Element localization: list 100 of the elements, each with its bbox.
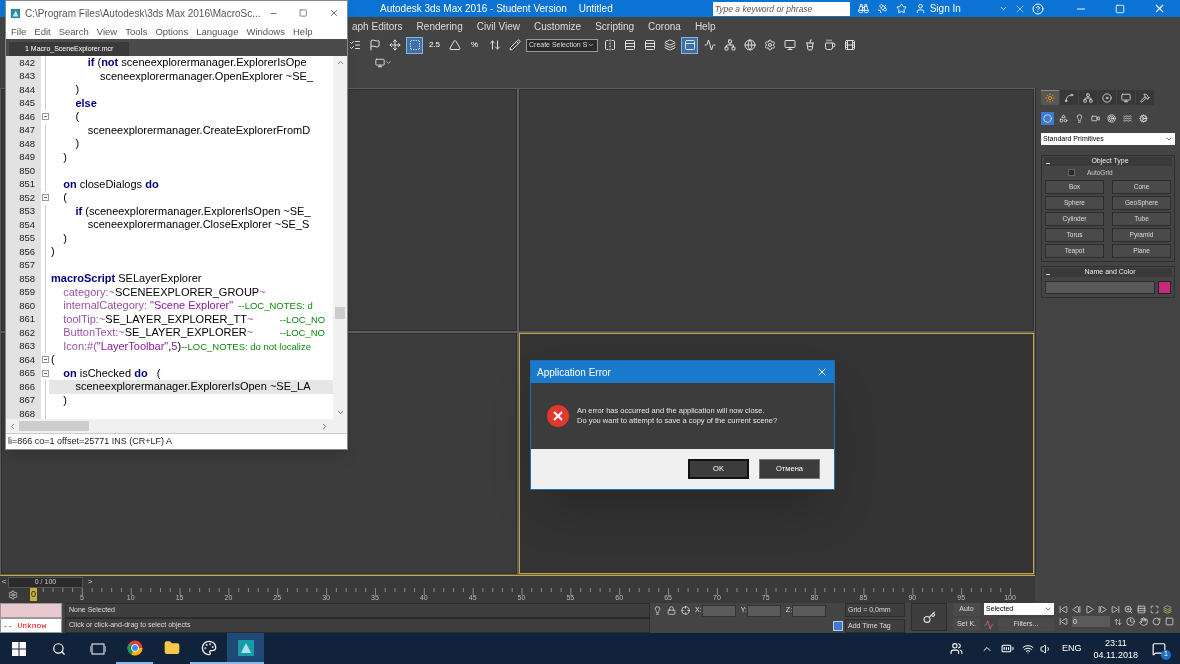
pan-icon[interactable] [1139, 617, 1148, 626]
next-frame-button[interactable]: > [86, 576, 94, 588]
coordinate-field[interactable] [792, 604, 827, 617]
orbit-icon[interactable] [1152, 617, 1161, 626]
scroll-left-icon[interactable] [8, 421, 17, 431]
menu-item[interactable]: Search [58, 24, 89, 40]
zoom-icon[interactable] [1124, 605, 1133, 614]
scroll-thumb[interactable] [335, 307, 345, 319]
menu-item[interactable]: Corona [648, 18, 681, 34]
sign-in-link[interactable]: Sign In [929, 1, 961, 16]
set-key-button[interactable] [911, 603, 947, 631]
toolbar-button[interactable] [406, 36, 423, 54]
scroll-down-icon[interactable] [335, 408, 345, 417]
category-button[interactable] [1057, 112, 1070, 125]
menu-item[interactable]: File [11, 24, 27, 40]
panel-tab[interactable] [1117, 90, 1135, 105]
wifi-icon[interactable] [1022, 642, 1035, 655]
search-field[interactable]: Type a keyword or phrase [712, 1, 850, 16]
fold-icon[interactable] [41, 194, 49, 202]
panel-tab[interactable] [1041, 90, 1059, 105]
start-icon[interactable] [12, 641, 26, 656]
menu-item[interactable]: aph Editors [352, 18, 403, 34]
menu-item[interactable]: Options [155, 24, 189, 40]
close-icon[interactable] [1153, 2, 1166, 15]
category-button[interactable] [1121, 112, 1134, 125]
previous-frame-button[interactable]: < [0, 576, 8, 588]
fold-icon[interactable] [41, 356, 49, 364]
scrollbar[interactable] [333, 56, 347, 419]
next-frame-icon[interactable] [1098, 605, 1107, 614]
toolbar-button[interactable] [506, 36, 523, 54]
horizontal-scrollbar[interactable] [6, 419, 347, 433]
language-indicator[interactable]: ENG [1062, 641, 1082, 656]
previous-frame-icon[interactable] [1072, 605, 1081, 614]
name-field[interactable] [1045, 280, 1155, 294]
listener-output[interactable]: -- Unknow [0, 618, 62, 633]
toolbar-button[interactable] [681, 36, 698, 54]
go-to-end-icon[interactable] [1111, 605, 1120, 614]
taskbar-app[interactable] [227, 633, 264, 664]
key-mode-icon[interactable] [1059, 617, 1068, 626]
menu-item[interactable]: Help [293, 24, 313, 40]
satellite-icon[interactable] [876, 3, 888, 14]
restore-icon[interactable] [1115, 3, 1125, 14]
go-to-start-icon[interactable] [1059, 605, 1068, 614]
menu-item[interactable]: View [96, 24, 118, 40]
coordinate-field[interactable] [701, 604, 736, 617]
caret-icon[interactable] [998, 4, 1008, 13]
menu-item[interactable]: Rendering [416, 18, 463, 34]
notifications-icon[interactable] [1152, 641, 1166, 656]
star-icon[interactable] [895, 3, 907, 14]
panel-tab[interactable] [1079, 90, 1097, 105]
maximize-icon[interactable] [299, 8, 308, 18]
time-config-icon[interactable] [1126, 617, 1135, 626]
people-icon[interactable] [950, 642, 964, 655]
scroll-thumb[interactable] [19, 421, 89, 431]
user-icon[interactable] [914, 3, 926, 14]
lock-icon[interactable] [667, 606, 676, 615]
crosshair-icon[interactable] [681, 606, 690, 615]
menu-item[interactable]: Scripting [595, 18, 635, 34]
binoculars-icon[interactable] [857, 3, 869, 14]
menu-item[interactable]: Edit [34, 24, 51, 40]
lightbulb-icon[interactable] [653, 606, 662, 615]
toolbar-button[interactable] [741, 36, 758, 54]
menu-item[interactable]: Civil View [476, 18, 520, 34]
menu-item[interactable]: Windows [246, 24, 285, 40]
grid-icon[interactable] [1137, 605, 1146, 614]
fold-icon[interactable] [41, 369, 49, 377]
panel-tab[interactable] [1136, 90, 1154, 105]
category-button[interactable] [1105, 112, 1118, 125]
battery-icon[interactable] [1001, 642, 1015, 655]
zoom-extents-icon[interactable] [1150, 605, 1159, 614]
play-icon[interactable] [1085, 605, 1094, 614]
scroll-up-icon[interactable] [335, 58, 345, 67]
snap-toggle[interactable]: % [466, 36, 483, 54]
listener-input[interactable] [0, 603, 62, 618]
menu-item[interactable]: Language [196, 24, 239, 40]
snap-toggle[interactable]: 2.5 [426, 36, 443, 54]
menu-item[interactable]: Customize [533, 18, 582, 34]
clock-date[interactable]: 04.11.2018 [1093, 648, 1138, 661]
search-icon[interactable] [52, 641, 66, 656]
panel-tab[interactable] [1060, 90, 1078, 105]
help-icon[interactable] [1031, 2, 1044, 15]
close-icon[interactable] [328, 7, 339, 19]
autogrid-checkbox[interactable] [1068, 169, 1075, 177]
frame-marker[interactable]: 0 [30, 588, 37, 601]
menu-item[interactable]: Help [694, 18, 716, 34]
color-swatch[interactable] [1158, 280, 1171, 294]
caret-icon[interactable] [385, 59, 392, 66]
layers-icon[interactable] [1163, 605, 1172, 614]
menu-item[interactable]: Tools [125, 24, 148, 40]
maximize-viewport-icon[interactable] [1165, 617, 1174, 626]
clock-time[interactable]: 23:11 [1104, 636, 1127, 649]
fold-icon[interactable] [41, 113, 49, 121]
toolbar-button[interactable] [661, 36, 678, 54]
toolbar-button[interactable] [721, 36, 738, 54]
scroll-right-icon[interactable] [320, 421, 329, 431]
category-button[interactable] [1137, 112, 1150, 125]
spinner-icon[interactable] [1114, 617, 1122, 626]
close-icon[interactable] [816, 366, 828, 378]
panel-tab[interactable] [1098, 90, 1116, 105]
coordinate-field[interactable] [746, 604, 781, 617]
